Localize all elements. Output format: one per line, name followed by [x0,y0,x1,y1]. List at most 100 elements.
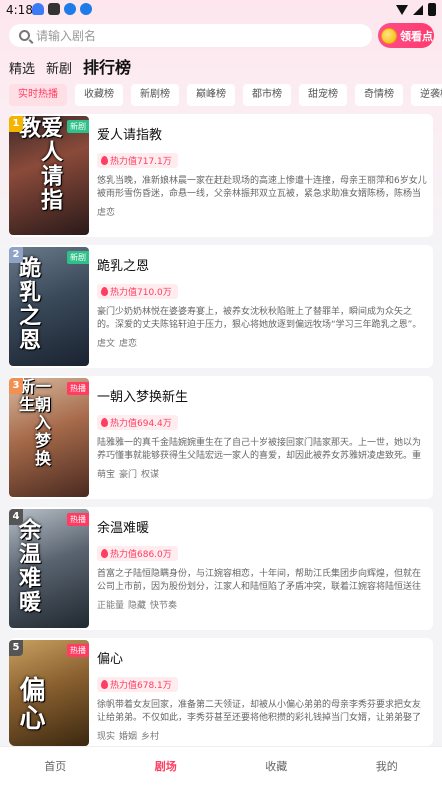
nav-home[interactable]: 首页 [0,747,111,786]
hot-badge: 热播 [67,513,89,526]
rank-badge: 3 [9,378,23,394]
heat-badge: 热力值694.4万 [97,415,178,430]
chip-mystery[interactable]: 奇情榜 [355,84,403,106]
heat-value: 热力值686.0万 [110,550,172,560]
poster-title-text: 爱人请指教 [15,116,63,212]
hot-badge: 热播 [67,382,89,395]
download-icon [80,3,92,15]
drama-description: 首富之子陆恒隐瞒身份，与江婉容相恋，十年间，帮助江氏集团步向辉煌，但就在公司上市… [97,569,422,592]
list-item[interactable]: 爱人请指教 1 新剧 爱人请指教 热力值717.1万 悠乳当晚，准新娘林晨一家在… [9,114,433,237]
drama-poster[interactable]: 余温难暖 4 热播 [9,509,89,628]
tag: 虐文 [97,339,116,349]
heat-badge: 热力值717.1万 [97,153,178,168]
list-item[interactable]: 偏心 5 热播 偏心 热力值678.1万 徐帆带着女友回家，准备第二天领证，却被… [9,638,433,746]
tag: 萌宝 [97,470,116,480]
tag: 豪门 [119,470,138,480]
drama-tags: 现实 婚姻 乡村 [97,729,427,742]
tag: 权谋 [141,470,160,480]
drama-title[interactable]: 跪乳之恩 [97,255,427,274]
main-tabs: 精选 新剧 排行榜 [9,54,131,78]
heat-value: 热力值710.0万 [110,288,172,298]
drama-title[interactable]: 偏心 [97,648,427,667]
tag: 乡村 [141,732,160,742]
battery-icon [428,3,436,16]
drama-title[interactable]: 爱人请指教 [97,124,427,143]
flame-icon [101,287,108,296]
new-badge: 新剧 [67,251,89,264]
flame-icon [101,418,108,427]
list-item[interactable]: 跪乳之恩 2 新剧 跪乳之恩 热力值710.0万 豪门少奶奶林悦在婆婆寿宴上，被… [9,245,433,368]
chip-comeback[interactable]: 逆袭榜 [411,84,442,106]
nav-favorites[interactable]: 收藏 [221,747,332,786]
drama-title[interactable]: 余温难暖 [97,517,427,536]
drama-tags: 虐恋 [97,205,427,218]
tab-ranking[interactable]: 排行榜 [83,54,131,78]
search-bar[interactable] [9,24,372,47]
chip-sweet[interactable]: 甜宠榜 [299,84,347,106]
drama-poster[interactable]: 一朝入梦换新生 3 热播 [9,378,89,497]
tag: 正能量 [97,601,125,611]
bottom-nav: 首页 剧场 收藏 我的 [0,746,442,786]
rank-badge: 4 [9,509,23,525]
status-system-icons [396,3,436,16]
drama-poster[interactable]: 跪乳之恩 2 新剧 [9,247,89,366]
heat-badge: 热力值686.0万 [97,546,178,561]
tab-featured[interactable]: 精选 [9,58,35,77]
drama-poster[interactable]: 爱人请指教 1 新剧 [9,116,89,235]
flame-icon [101,156,108,165]
heat-badge: 热力值678.1万 [97,677,178,692]
poster-title-text: 偏心 [15,676,45,732]
signal-icon [413,4,423,15]
list-item[interactable]: 一朝入梦换新生 3 热播 一朝入梦换新生 热力值694.4万 陆雅雅一的真千金陆… [9,376,433,499]
heat-value: 热力值694.4万 [110,419,172,429]
chip-realtime-hot[interactable]: 实时热播 [9,84,67,106]
list-item[interactable]: 余温难暖 4 热播 余温难暖 热力值686.0万 首富之子陆恒隐瞒身份，与江婉容… [9,507,433,630]
new-badge: 新剧 [67,120,89,133]
chip-peak[interactable]: 巅峰榜 [187,84,235,106]
heat-value: 热力值717.1万 [110,157,172,167]
reward-button-label: 领看点 [400,29,433,43]
chip-favorites[interactable]: 收藏榜 [75,84,123,106]
status-time: 4:18 [6,3,33,17]
poster-title-text: 余温难暖 [15,518,41,614]
drama-tags: 正能量 隐藏 快节奏 [97,598,427,611]
chip-urban[interactable]: 都市榜 [243,84,291,106]
search-input[interactable] [36,28,336,43]
rank-badge: 2 [9,247,23,263]
ranking-category-chips: 实时热播 收藏榜 新剧榜 巅峰榜 都市榜 甜宠榜 奇情榜 逆袭榜 总裁 [9,84,442,106]
drama-title[interactable]: 一朝入梦换新生 [97,386,427,405]
flame-icon [101,549,108,558]
heat-value: 热力值678.1万 [110,681,172,691]
drama-description: 徐帆带着女友回家，准备第二天领证，却被从小偏心弟弟的母亲李秀芬要求把女友让给弟弟… [97,700,422,723]
tag: 婚姻 [119,732,138,742]
status-bar: 4:18 [0,0,442,20]
drama-description: 豪门少奶奶林悦在婆婆寿宴上，被养女沈秋秋陷赃上了替罪羊，瞬间成为众矢之的。深爱的… [97,307,422,330]
tag: 隐藏 [128,601,147,611]
poster-title-text: 一朝入梦换新生 [16,378,51,468]
status-notification-icons [32,3,92,15]
rank-badge: 1 [9,116,23,132]
drama-poster[interactable]: 偏心 5 热播 [9,640,89,746]
tag: 快节奏 [150,601,178,611]
tag: 现实 [97,732,116,742]
tag: 虐恋 [97,208,116,218]
tab-new-drama[interactable]: 新剧 [46,58,72,77]
drama-description: 陆雅雅一的真千金陆婉婉重生在了自己十岁被接回家门陆家那天。上一世，她以为养巧懂事… [97,438,422,461]
coin-icon [381,27,397,44]
app-notification-icon [32,3,44,15]
poster-title-text: 跪乳之恩 [15,256,41,352]
download-icon [64,3,76,15]
nav-theater[interactable]: 剧场 [111,747,222,786]
search-icon [19,30,30,41]
tag: 虐恋 [119,339,138,349]
heat-badge: 热力值710.0万 [97,284,178,299]
nav-mine[interactable]: 我的 [332,747,442,786]
wifi-icon [396,4,408,15]
chip-new-drama[interactable]: 新剧榜 [131,84,179,106]
app-notification-icon [48,3,60,15]
drama-tags: 虐文 虐恋 [97,336,427,349]
hot-badge: 热播 [67,644,89,657]
drama-description: 悠乳当晚，准新娘林晨一家在赶赴现场的高速上惨遭十连撞，母亲王丽萍和6岁女儿被雨形… [97,176,427,199]
reward-button[interactable]: 领看点 [378,23,434,48]
flame-icon [101,680,108,689]
